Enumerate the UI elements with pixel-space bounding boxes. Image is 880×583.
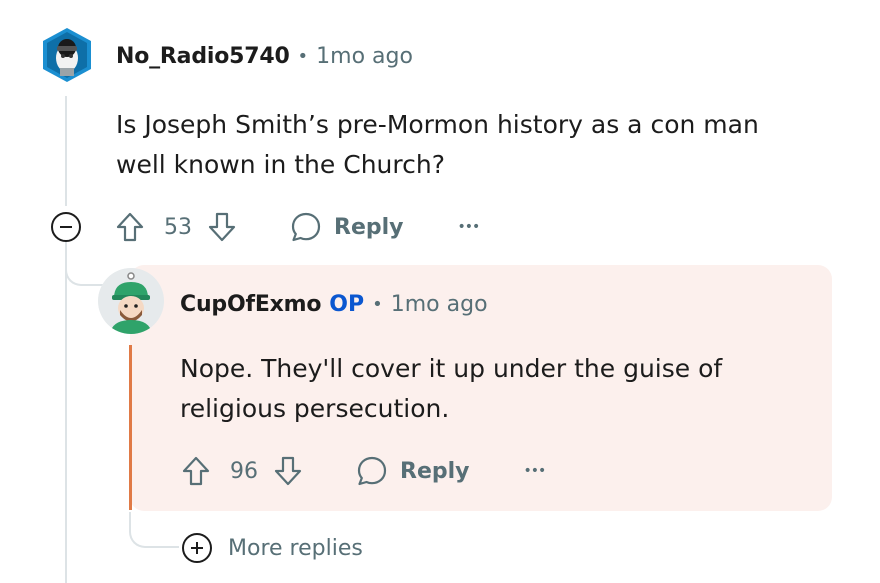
downvote-button[interactable] — [206, 210, 238, 244]
timestamp[interactable]: 1mo ago — [391, 292, 488, 317]
reply-accent-bar — [129, 345, 132, 510]
upvote-arrow-icon — [116, 212, 144, 242]
separator-dot: • — [372, 294, 383, 315]
timestamp[interactable]: 1mo ago — [316, 44, 413, 69]
more-options-button[interactable]: ••• — [523, 463, 547, 479]
reply-bubble-icon — [291, 212, 321, 242]
more-options-button[interactable]: ••• — [457, 219, 481, 235]
downvote-button[interactable] — [272, 454, 304, 488]
username[interactable]: CupOfExmo — [180, 292, 321, 317]
upvote-arrow-icon — [182, 456, 210, 486]
reply-body-line: religious persecution. — [180, 394, 450, 423]
reply-label: Reply — [334, 214, 404, 240]
overflow-dots-icon: ••• — [523, 463, 547, 479]
downvote-arrow-icon — [274, 456, 302, 486]
collapse-minus-icon — [51, 212, 81, 242]
overflow-dots-icon: ••• — [457, 219, 481, 235]
more-replies-label: More replies — [228, 535, 363, 561]
thread-line-main — [65, 96, 67, 206]
reply-body-line: Nope. They'll cover it up under the guis… — [180, 354, 723, 383]
collapse-button[interactable] — [50, 211, 82, 243]
reply-button[interactable]: Reply — [356, 455, 470, 487]
reply-bubble-icon — [357, 456, 387, 486]
reply-body: Nope. They'll cover it up under the guis… — [180, 349, 722, 429]
reply-button[interactable]: Reply — [290, 211, 404, 243]
avatar[interactable] — [98, 268, 164, 334]
comment-body-line: well known in the Church? — [116, 150, 445, 179]
plus-circle-icon — [182, 533, 212, 563]
comment-body-line: Is Joseph Smith’s pre-Mormon history as … — [116, 110, 759, 139]
score-count: 53 — [164, 214, 192, 240]
comment-body: Is Joseph Smith’s pre-Mormon history as … — [116, 105, 759, 185]
reply-label: Reply — [400, 458, 470, 484]
user-avatar-icon — [43, 28, 91, 82]
op-badge: OP — [329, 292, 365, 317]
score-count: 96 — [230, 458, 258, 484]
thread-line-lower — [65, 244, 67, 583]
username[interactable]: No_Radio5740 — [116, 44, 290, 69]
upvote-button[interactable] — [114, 210, 146, 244]
more-replies-button[interactable]: More replies — [180, 531, 363, 565]
user-avatar-icon — [98, 268, 164, 334]
more-replies-connector — [129, 512, 179, 548]
separator-dot: • — [297, 46, 309, 67]
upvote-button[interactable] — [180, 454, 212, 488]
avatar[interactable] — [38, 26, 96, 84]
thread-connector — [65, 242, 103, 286]
downvote-arrow-icon — [208, 212, 236, 242]
